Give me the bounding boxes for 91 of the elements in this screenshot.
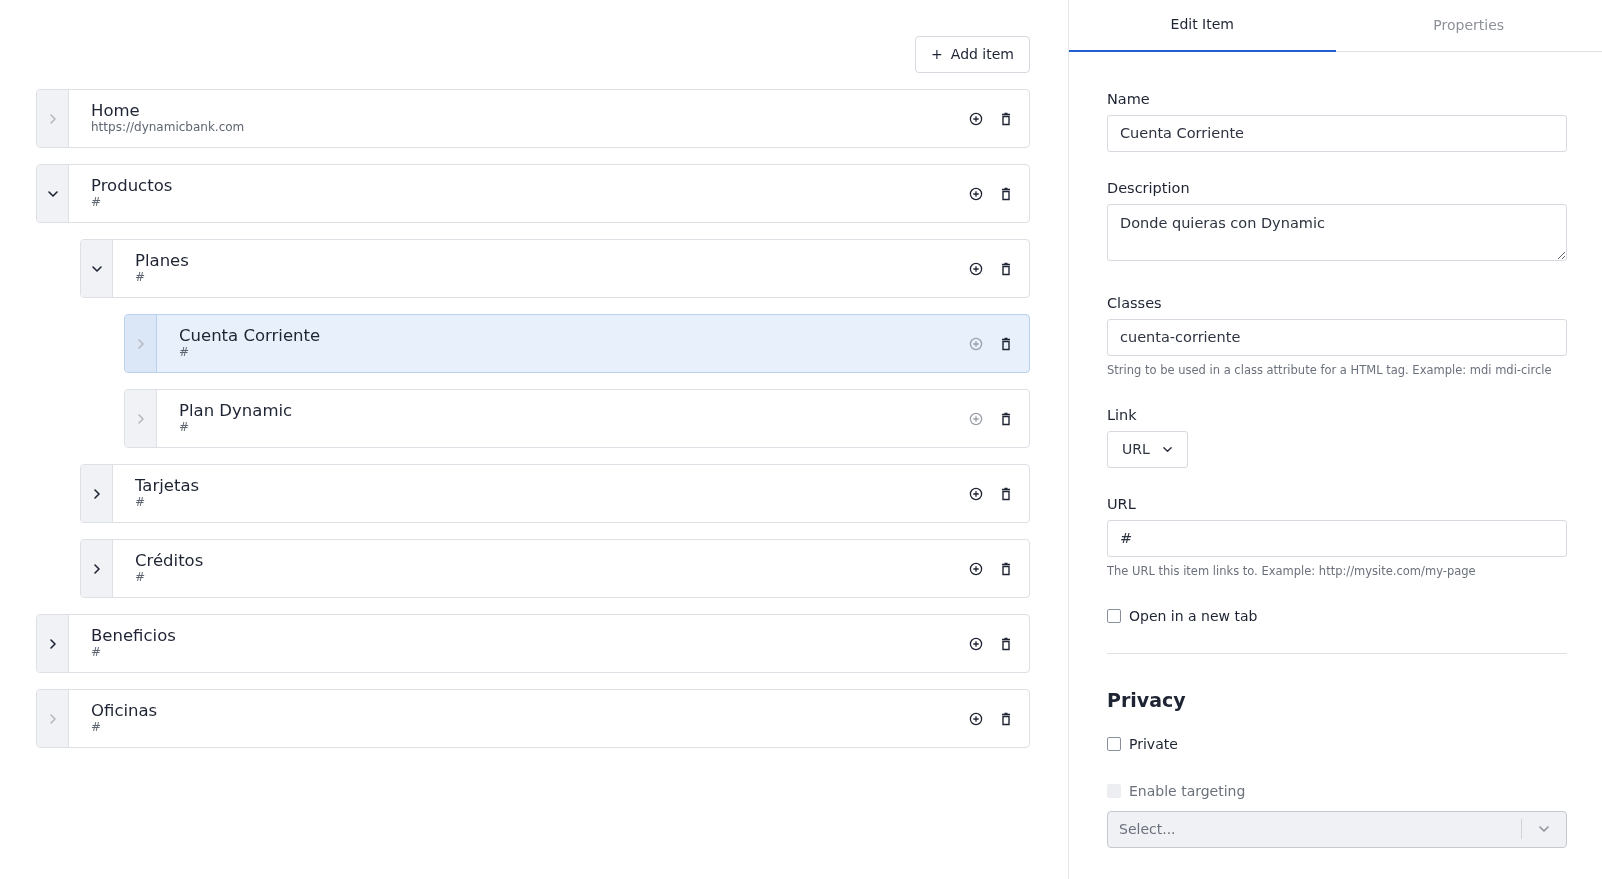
delete-button[interactable]: [999, 411, 1013, 426]
add-item-button[interactable]: + Add item: [915, 36, 1030, 73]
item-link: #: [135, 571, 147, 585]
trash-icon: [999, 261, 1013, 276]
plus-circle-icon: [969, 561, 983, 576]
field-label: Description: [1107, 178, 1191, 198]
add-child-button[interactable]: [969, 261, 983, 276]
section-heading: Privacy: [1107, 688, 1187, 712]
item-link: https://dynamicbank.com: [91, 121, 246, 135]
expand-toggle[interactable]: [81, 540, 113, 597]
item-link: #: [91, 721, 103, 735]
delete-button[interactable]: [999, 111, 1013, 126]
tree-item-card[interactable]: Tarjetas #: [80, 464, 1030, 523]
delete-button[interactable]: [999, 336, 1013, 351]
item-link: #: [135, 271, 147, 285]
item-link: #: [135, 496, 147, 510]
plus-circle-icon: [969, 636, 983, 651]
plus-circle-icon: [969, 186, 983, 201]
field-label: URL: [1107, 494, 1137, 514]
trash-icon: [999, 111, 1013, 126]
item-link: #: [91, 196, 103, 210]
item-link: #: [179, 421, 191, 435]
delete-button[interactable]: [999, 261, 1013, 276]
tree-item-card[interactable]: Oficinas #: [36, 689, 1030, 748]
help-text: The URL this item links to. Example: http://mysite.com/my-page: [1107, 562, 1477, 580]
panel-tab[interactable]: Edit Item: [1069, 0, 1336, 52]
delete-button[interactable]: [999, 711, 1013, 726]
item-title: Oficinas: [91, 702, 159, 722]
checkbox[interactable]: [1107, 609, 1121, 624]
expand-toggle[interactable]: [37, 615, 69, 672]
expand-toggle[interactable]: [37, 690, 69, 747]
expand-toggle[interactable]: [37, 90, 69, 147]
trash-icon: [999, 336, 1013, 351]
help-text: String to be used in a class attribute for a HTML tag. Example: mdi mdi-circle: [1107, 361, 1553, 379]
tree-item-card[interactable]: Beneficios #: [36, 614, 1030, 673]
checkbox[interactable]: [1107, 737, 1121, 752]
tree-item-card[interactable]: Plan Dynamic #: [124, 389, 1030, 448]
trash-icon: [999, 186, 1013, 201]
plus-circle-icon: [969, 711, 983, 726]
trash-icon: [999, 411, 1013, 426]
checkbox-label: Enable targeting: [1129, 781, 1246, 801]
tree-item-card[interactable]: Productos #: [36, 164, 1030, 223]
item-title: Beneficios: [91, 627, 177, 647]
text-area[interactable]: Donde quieras con Dynamic: [1107, 203, 1567, 261]
add-child-button[interactable]: [969, 111, 983, 126]
expand-toggle[interactable]: [125, 390, 157, 447]
add-child-button[interactable]: [969, 711, 983, 726]
plus-circle-icon: [969, 111, 983, 126]
item-title: Planes: [135, 252, 190, 272]
item-link: #: [91, 646, 103, 660]
trash-icon: [999, 711, 1013, 726]
plus-circle-icon: [969, 261, 983, 276]
checkbox-label: Private: [1129, 734, 1178, 754]
item-title: Cuenta Corriente: [179, 327, 322, 347]
plus-circle-icon: [969, 486, 983, 501]
trash-icon: [999, 486, 1013, 501]
trash-icon: [999, 636, 1013, 651]
field-label: Name: [1107, 90, 1151, 109]
item-title: Productos: [91, 177, 174, 197]
item-title: Tarjetas: [135, 477, 201, 497]
link-type-dropdown[interactable]: URL: [1107, 430, 1188, 468]
expand-toggle[interactable]: [37, 165, 69, 222]
add-child-button[interactable]: [969, 636, 983, 651]
add-child-button[interactable]: [969, 186, 983, 201]
field-label: Link: [1107, 406, 1138, 425]
tree-item-card[interactable]: Cuenta Corriente #: [124, 314, 1030, 373]
item-title: Home: [91, 102, 141, 121]
expand-toggle[interactable]: [125, 315, 157, 372]
trash-icon: [999, 561, 1013, 576]
item-title: Créditos: [135, 552, 205, 572]
tree-item-card[interactable]: Planes #: [80, 239, 1030, 298]
add-child-button[interactable]: [969, 486, 983, 501]
delete-button[interactable]: [999, 186, 1013, 201]
input-field[interactable]: cuenta-corriente: [1107, 318, 1567, 356]
tree-item-card[interactable]: Créditos #: [80, 539, 1030, 598]
expand-toggle[interactable]: [81, 240, 113, 297]
select-field: Select...: [1107, 810, 1567, 848]
checkbox-label: Open in a new tab: [1129, 606, 1258, 626]
input-field[interactable]: Cuenta Corriente: [1107, 114, 1567, 152]
input-field[interactable]: #: [1107, 519, 1567, 557]
tree-item-card[interactable]: Home https://dynamicbank.com: [36, 89, 1030, 148]
plus-circle-icon: [969, 336, 983, 351]
delete-button[interactable]: [999, 561, 1013, 576]
add-child-button[interactable]: [969, 561, 983, 576]
field-label: Classes: [1107, 294, 1163, 313]
delete-button[interactable]: [999, 636, 1013, 651]
plus-circle-icon: [969, 411, 983, 426]
expand-toggle[interactable]: [81, 465, 113, 522]
delete-button[interactable]: [999, 486, 1013, 501]
item-link: #: [179, 346, 191, 360]
item-title: Plan Dynamic: [179, 402, 294, 422]
